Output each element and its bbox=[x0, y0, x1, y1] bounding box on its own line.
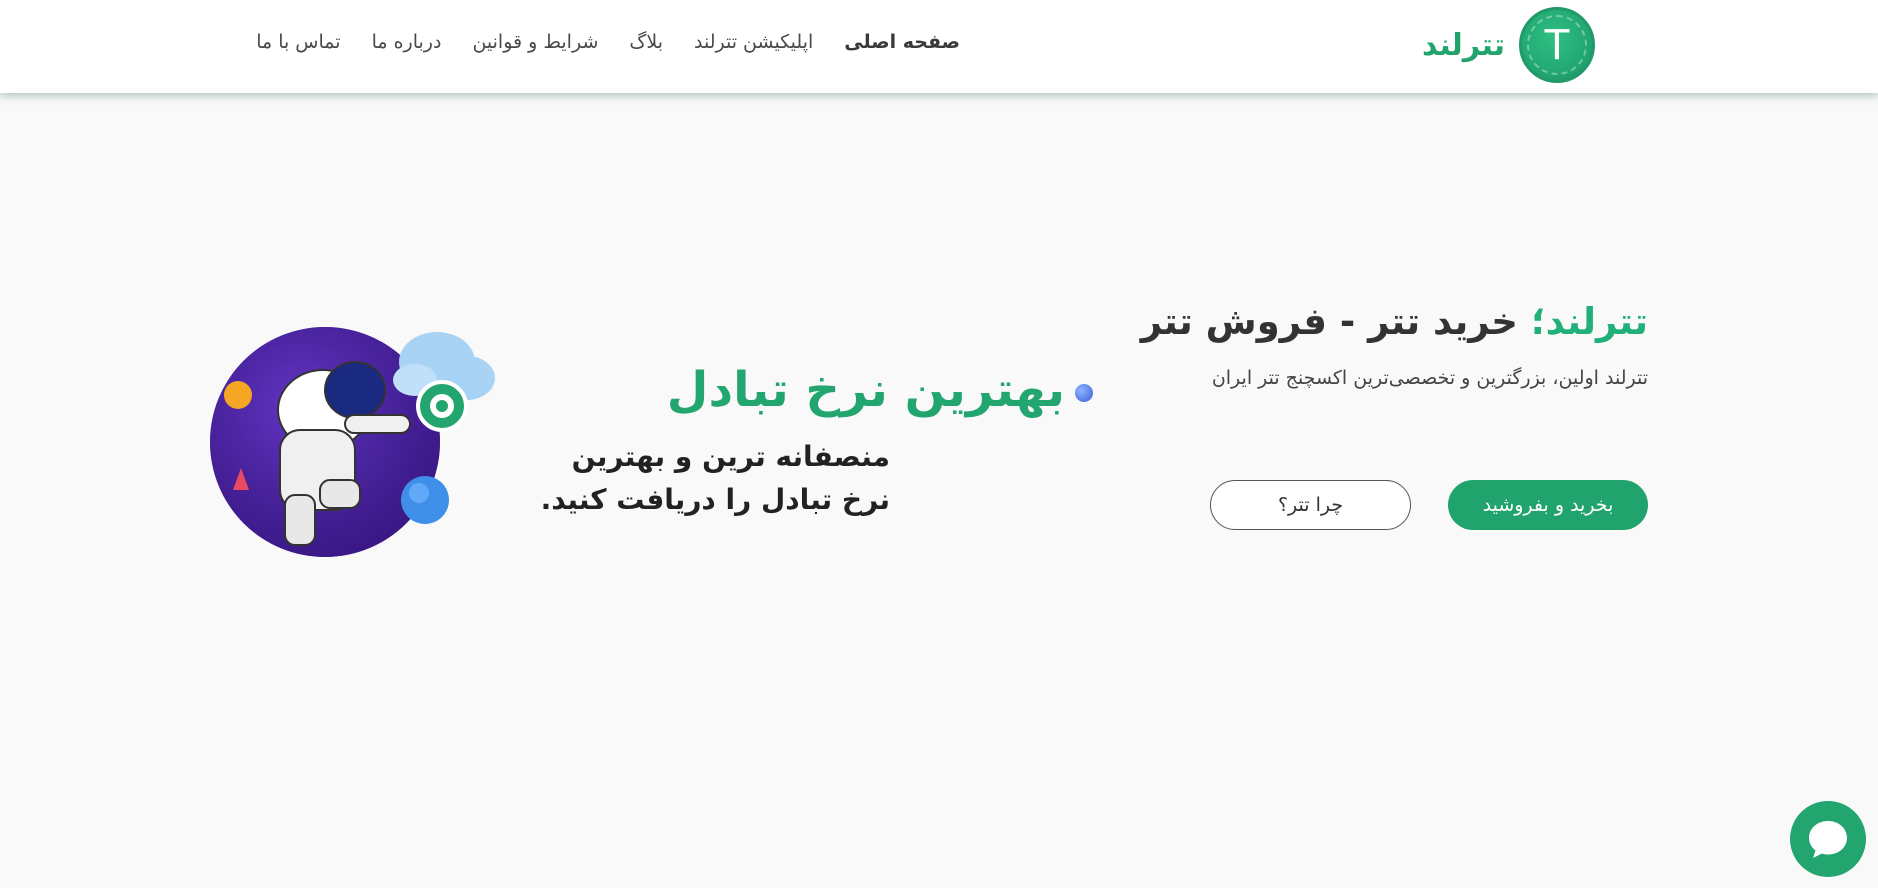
nav-about[interactable]: درباره ما bbox=[372, 31, 442, 53]
planet-dot-icon bbox=[1075, 384, 1093, 402]
logo-text: تترلند bbox=[1421, 27, 1505, 63]
coin-letter: T bbox=[1543, 20, 1571, 69]
hero-title-text: خرید تتر - فروش تتر bbox=[1140, 300, 1531, 343]
banner-headline-text: بهترین نرخ تبادل bbox=[666, 362, 1065, 418]
buy-sell-button[interactable]: بخرید و بفروشید bbox=[1448, 480, 1648, 530]
banner-line-1: منصفانه ترین و بهترین bbox=[571, 440, 890, 473]
site-header: صفحه اصلی اپلیکیشن تترلند بلاگ شرایط و ق… bbox=[0, 0, 1878, 93]
tether-coin-icon: T bbox=[1519, 7, 1595, 83]
banner-headline: بهترین نرخ تبادل bbox=[543, 362, 1093, 418]
hero-subtitle: تترلند اولین، بزرگترین و تخصصی‌ترین اکسچ… bbox=[1211, 367, 1648, 389]
promo-banner: بهترین نرخ تبادل منصفانه ترین و بهترین ن… bbox=[205, 320, 1093, 560]
chat-bubble-icon bbox=[1809, 821, 1847, 858]
chat-button[interactable] bbox=[1790, 801, 1866, 877]
why-tether-button[interactable]: چرا تتر؟ bbox=[1210, 480, 1411, 530]
astronaut-illustration-icon bbox=[210, 327, 495, 557]
nav-terms[interactable]: شرایط و قوانین bbox=[472, 31, 598, 53]
site-logo[interactable]: تترلند T bbox=[1415, 4, 1595, 86]
hero-brand: تترلند؛ bbox=[1530, 300, 1648, 343]
nav-app[interactable]: اپلیکیشن تترلند bbox=[694, 31, 813, 53]
main-nav: صفحه اصلی اپلیکیشن تترلند بلاگ شرایط و ق… bbox=[250, 0, 960, 84]
nav-contact[interactable]: تماس با ما bbox=[256, 31, 340, 53]
hero-title: تترلند؛ خرید تتر - فروش تتر bbox=[1141, 300, 1648, 343]
banner-line-2: نرخ تبادل را دریافت کنید. bbox=[540, 483, 890, 516]
hero-buttons: بخرید و بفروشید چرا تتر؟ bbox=[1210, 480, 1648, 530]
nav-home[interactable]: صفحه اصلی bbox=[844, 31, 960, 53]
hero-section: تترلند؛ خرید تتر - فروش تتر تترلند اولین… bbox=[1141, 300, 1648, 530]
nav-blog[interactable]: بلاگ bbox=[629, 31, 663, 53]
